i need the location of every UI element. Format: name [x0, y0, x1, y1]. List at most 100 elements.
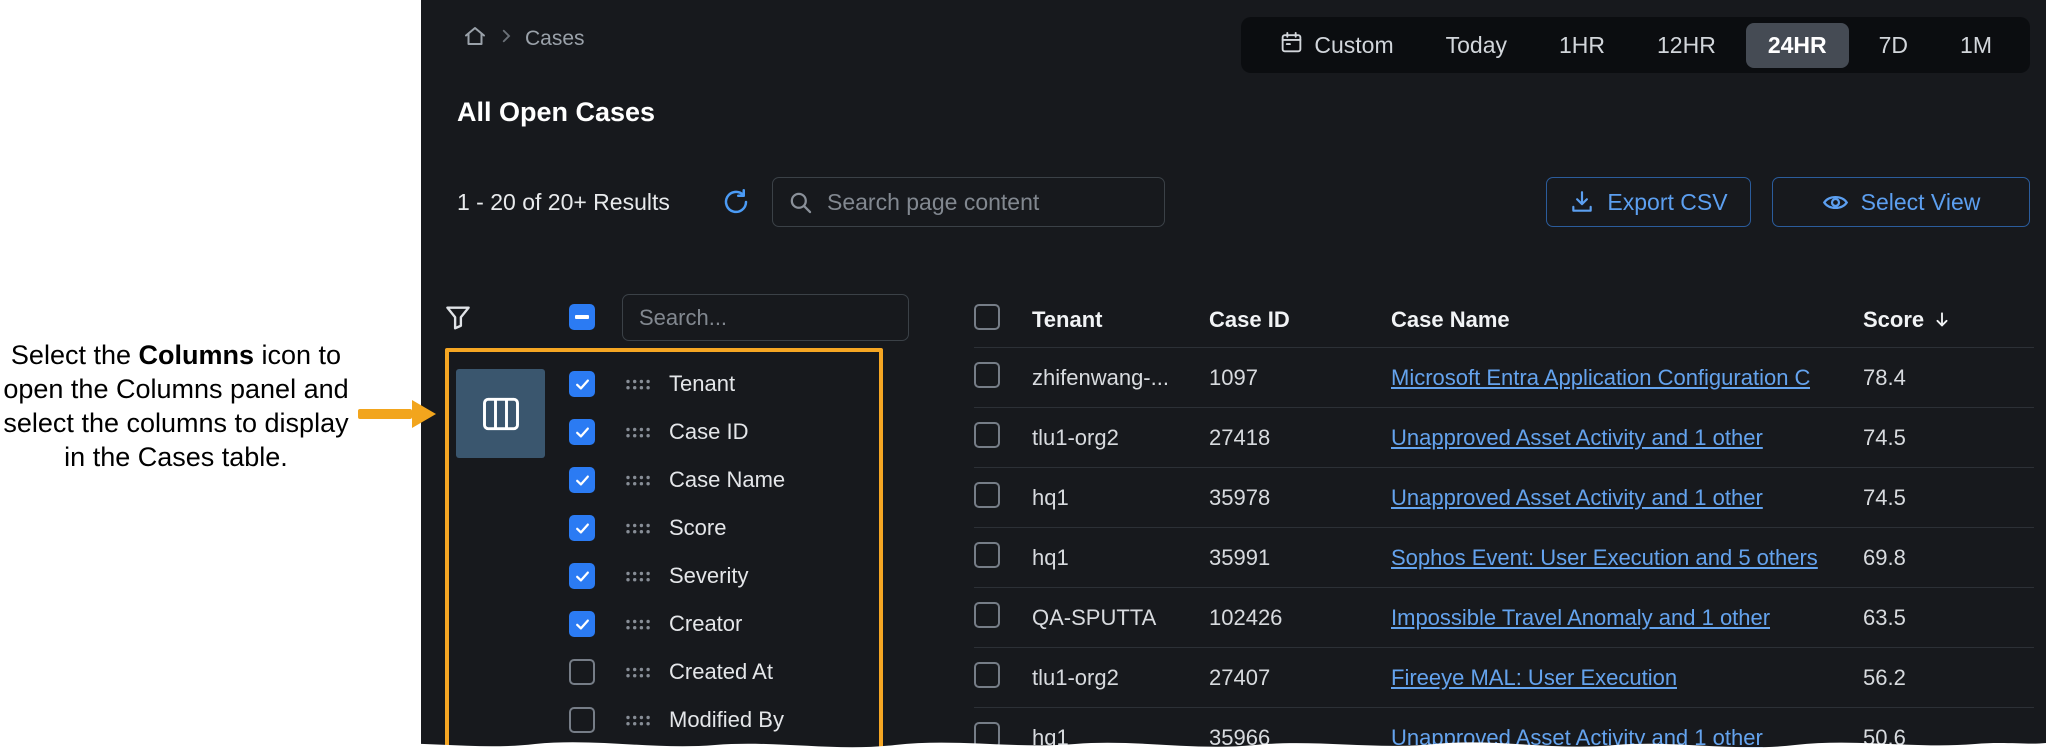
case-row: hq1 35978 Unapproved Asset Activity and … [974, 468, 2034, 528]
row-checkbox[interactable] [974, 602, 1000, 628]
table-header-row: Tenant Case ID Case Name Score [974, 292, 2034, 348]
time-range-12hr[interactable]: 12HR [1635, 23, 1738, 68]
time-range-7d-label: 7D [1879, 32, 1908, 59]
case-row: tlu1-org2 27418 Unapproved Asset Activit… [974, 408, 2034, 468]
checkbox[interactable] [569, 515, 595, 541]
search-icon [787, 189, 814, 216]
score-header-label: Score [1863, 307, 1924, 333]
row-checkbox[interactable] [974, 482, 1000, 508]
column-toggle-score[interactable]: Score [569, 504, 879, 552]
case-name-link[interactable]: Sophos Event: User Execution and 5 other… [1391, 545, 1818, 571]
drag-handle-icon[interactable] [625, 618, 651, 631]
time-range-today-label: Today [1446, 32, 1507, 59]
filter-icon[interactable] [443, 302, 473, 332]
case-id: 35991 [1209, 545, 1391, 571]
page-title: All Open Cases [457, 97, 655, 128]
select-view-button[interactable]: Select View [1772, 177, 2030, 227]
chevron-right-icon [497, 27, 515, 50]
table-select-all-checkbox[interactable] [974, 304, 1000, 330]
case-name-link[interactable]: Fireeye MAL: User Execution [1391, 665, 1677, 691]
case-score: 74.5 [1863, 485, 2034, 511]
column-toggle-case-name[interactable]: Case Name [569, 456, 879, 504]
column-toggle-case-id[interactable]: Case ID [569, 408, 879, 456]
checkbox[interactable] [569, 371, 595, 397]
column-toggle-creator[interactable]: Creator [569, 600, 879, 648]
case-id: 27418 [1209, 425, 1391, 451]
drag-handle-icon[interactable] [625, 714, 651, 727]
results-count: 1 - 20 of 20+ Results [457, 177, 670, 227]
indeterminate-dash [575, 315, 589, 319]
case-id: 1097 [1209, 365, 1391, 391]
drag-handle-icon[interactable] [625, 378, 651, 391]
case-score: 63.5 [1863, 605, 2034, 631]
annotation-arrow [358, 400, 436, 428]
app-panel: Cases Custom Today 1HR 12HR 24HR 7D 1M A… [421, 0, 2046, 755]
time-range-custom[interactable]: Custom [1257, 21, 1415, 70]
torn-edge-decoration [0, 735, 2046, 755]
case-row: hq1 35991 Sophos Event: User Execution a… [974, 528, 2034, 588]
drag-handle-icon[interactable] [625, 666, 651, 679]
drag-handle-icon[interactable] [625, 426, 651, 439]
download-icon [1569, 189, 1595, 215]
time-range-1m[interactable]: 1M [1938, 23, 2014, 68]
checkbox[interactable] [569, 707, 595, 733]
refresh-icon[interactable] [721, 187, 751, 217]
column-header-case-name[interactable]: Case Name [1391, 307, 1863, 333]
checkbox[interactable] [569, 467, 595, 493]
case-tenant: QA-SPUTTA [1032, 605, 1209, 631]
checkbox[interactable] [569, 419, 595, 445]
case-name-link[interactable]: Unapproved Asset Activity and 1 other [1391, 425, 1763, 451]
drag-handle-icon[interactable] [625, 570, 651, 583]
row-checkbox[interactable] [974, 422, 1000, 448]
time-range-selector: Custom Today 1HR 12HR 24HR 7D 1M [1241, 17, 2030, 73]
case-id: 102426 [1209, 605, 1391, 631]
arrow-head [412, 400, 436, 428]
case-name-link[interactable]: Unapproved Asset Activity and 1 other [1391, 485, 1763, 511]
time-range-custom-label: Custom [1314, 32, 1393, 59]
column-label: Tenant [669, 371, 735, 397]
eye-icon [1822, 189, 1849, 216]
case-score: 69.8 [1863, 545, 2034, 571]
export-csv-button[interactable]: Export CSV [1546, 177, 1751, 227]
column-header-case-id[interactable]: Case ID [1209, 307, 1391, 333]
case-id: 27407 [1209, 665, 1391, 691]
column-label: Modified By [669, 707, 784, 733]
page-search [772, 177, 1165, 227]
columns-icon [479, 392, 523, 436]
select-view-label: Select View [1861, 189, 1981, 216]
case-tenant: zhifenwang-... [1032, 365, 1209, 391]
drag-handle-icon[interactable] [625, 474, 651, 487]
row-checkbox[interactable] [974, 362, 1000, 388]
annotation-text-before: Select the [11, 340, 139, 370]
checkbox[interactable] [569, 611, 595, 637]
column-label: Case Name [669, 467, 785, 493]
time-range-24hr[interactable]: 24HR [1746, 23, 1849, 68]
time-range-today[interactable]: Today [1424, 23, 1529, 68]
case-score: 74.5 [1863, 425, 2034, 451]
select-all-columns-checkbox[interactable] [569, 304, 595, 330]
row-checkbox[interactable] [974, 542, 1000, 568]
home-icon[interactable] [463, 24, 487, 53]
column-toggle-tenant[interactable]: Tenant [569, 360, 879, 408]
columns-search-input[interactable] [623, 295, 908, 340]
column-header-score[interactable]: Score [1863, 307, 2034, 333]
checkbox[interactable] [569, 563, 595, 589]
columns-search [622, 294, 909, 341]
case-name-link[interactable]: Impossible Travel Anomaly and 1 other [1391, 605, 1770, 631]
search-input[interactable] [773, 178, 1164, 226]
time-range-1hr[interactable]: 1HR [1537, 23, 1627, 68]
column-toggle-created-at[interactable]: Created At [569, 648, 879, 696]
column-toggle-severity[interactable]: Severity [569, 552, 879, 600]
row-checkbox[interactable] [974, 662, 1000, 688]
case-score: 78.4 [1863, 365, 2034, 391]
time-range-7d[interactable]: 7D [1857, 23, 1930, 68]
time-range-24hr-label: 24HR [1768, 32, 1827, 59]
drag-handle-icon[interactable] [625, 522, 651, 535]
case-score: 56.2 [1863, 665, 2034, 691]
case-name-link[interactable]: Microsoft Entra Application Configuratio… [1391, 365, 1810, 391]
column-header-tenant[interactable]: Tenant [1032, 307, 1209, 333]
columns-button[interactable] [456, 369, 545, 458]
column-label: Creator [669, 611, 742, 637]
checkbox[interactable] [569, 659, 595, 685]
breadcrumb-cases[interactable]: Cases [525, 27, 585, 51]
